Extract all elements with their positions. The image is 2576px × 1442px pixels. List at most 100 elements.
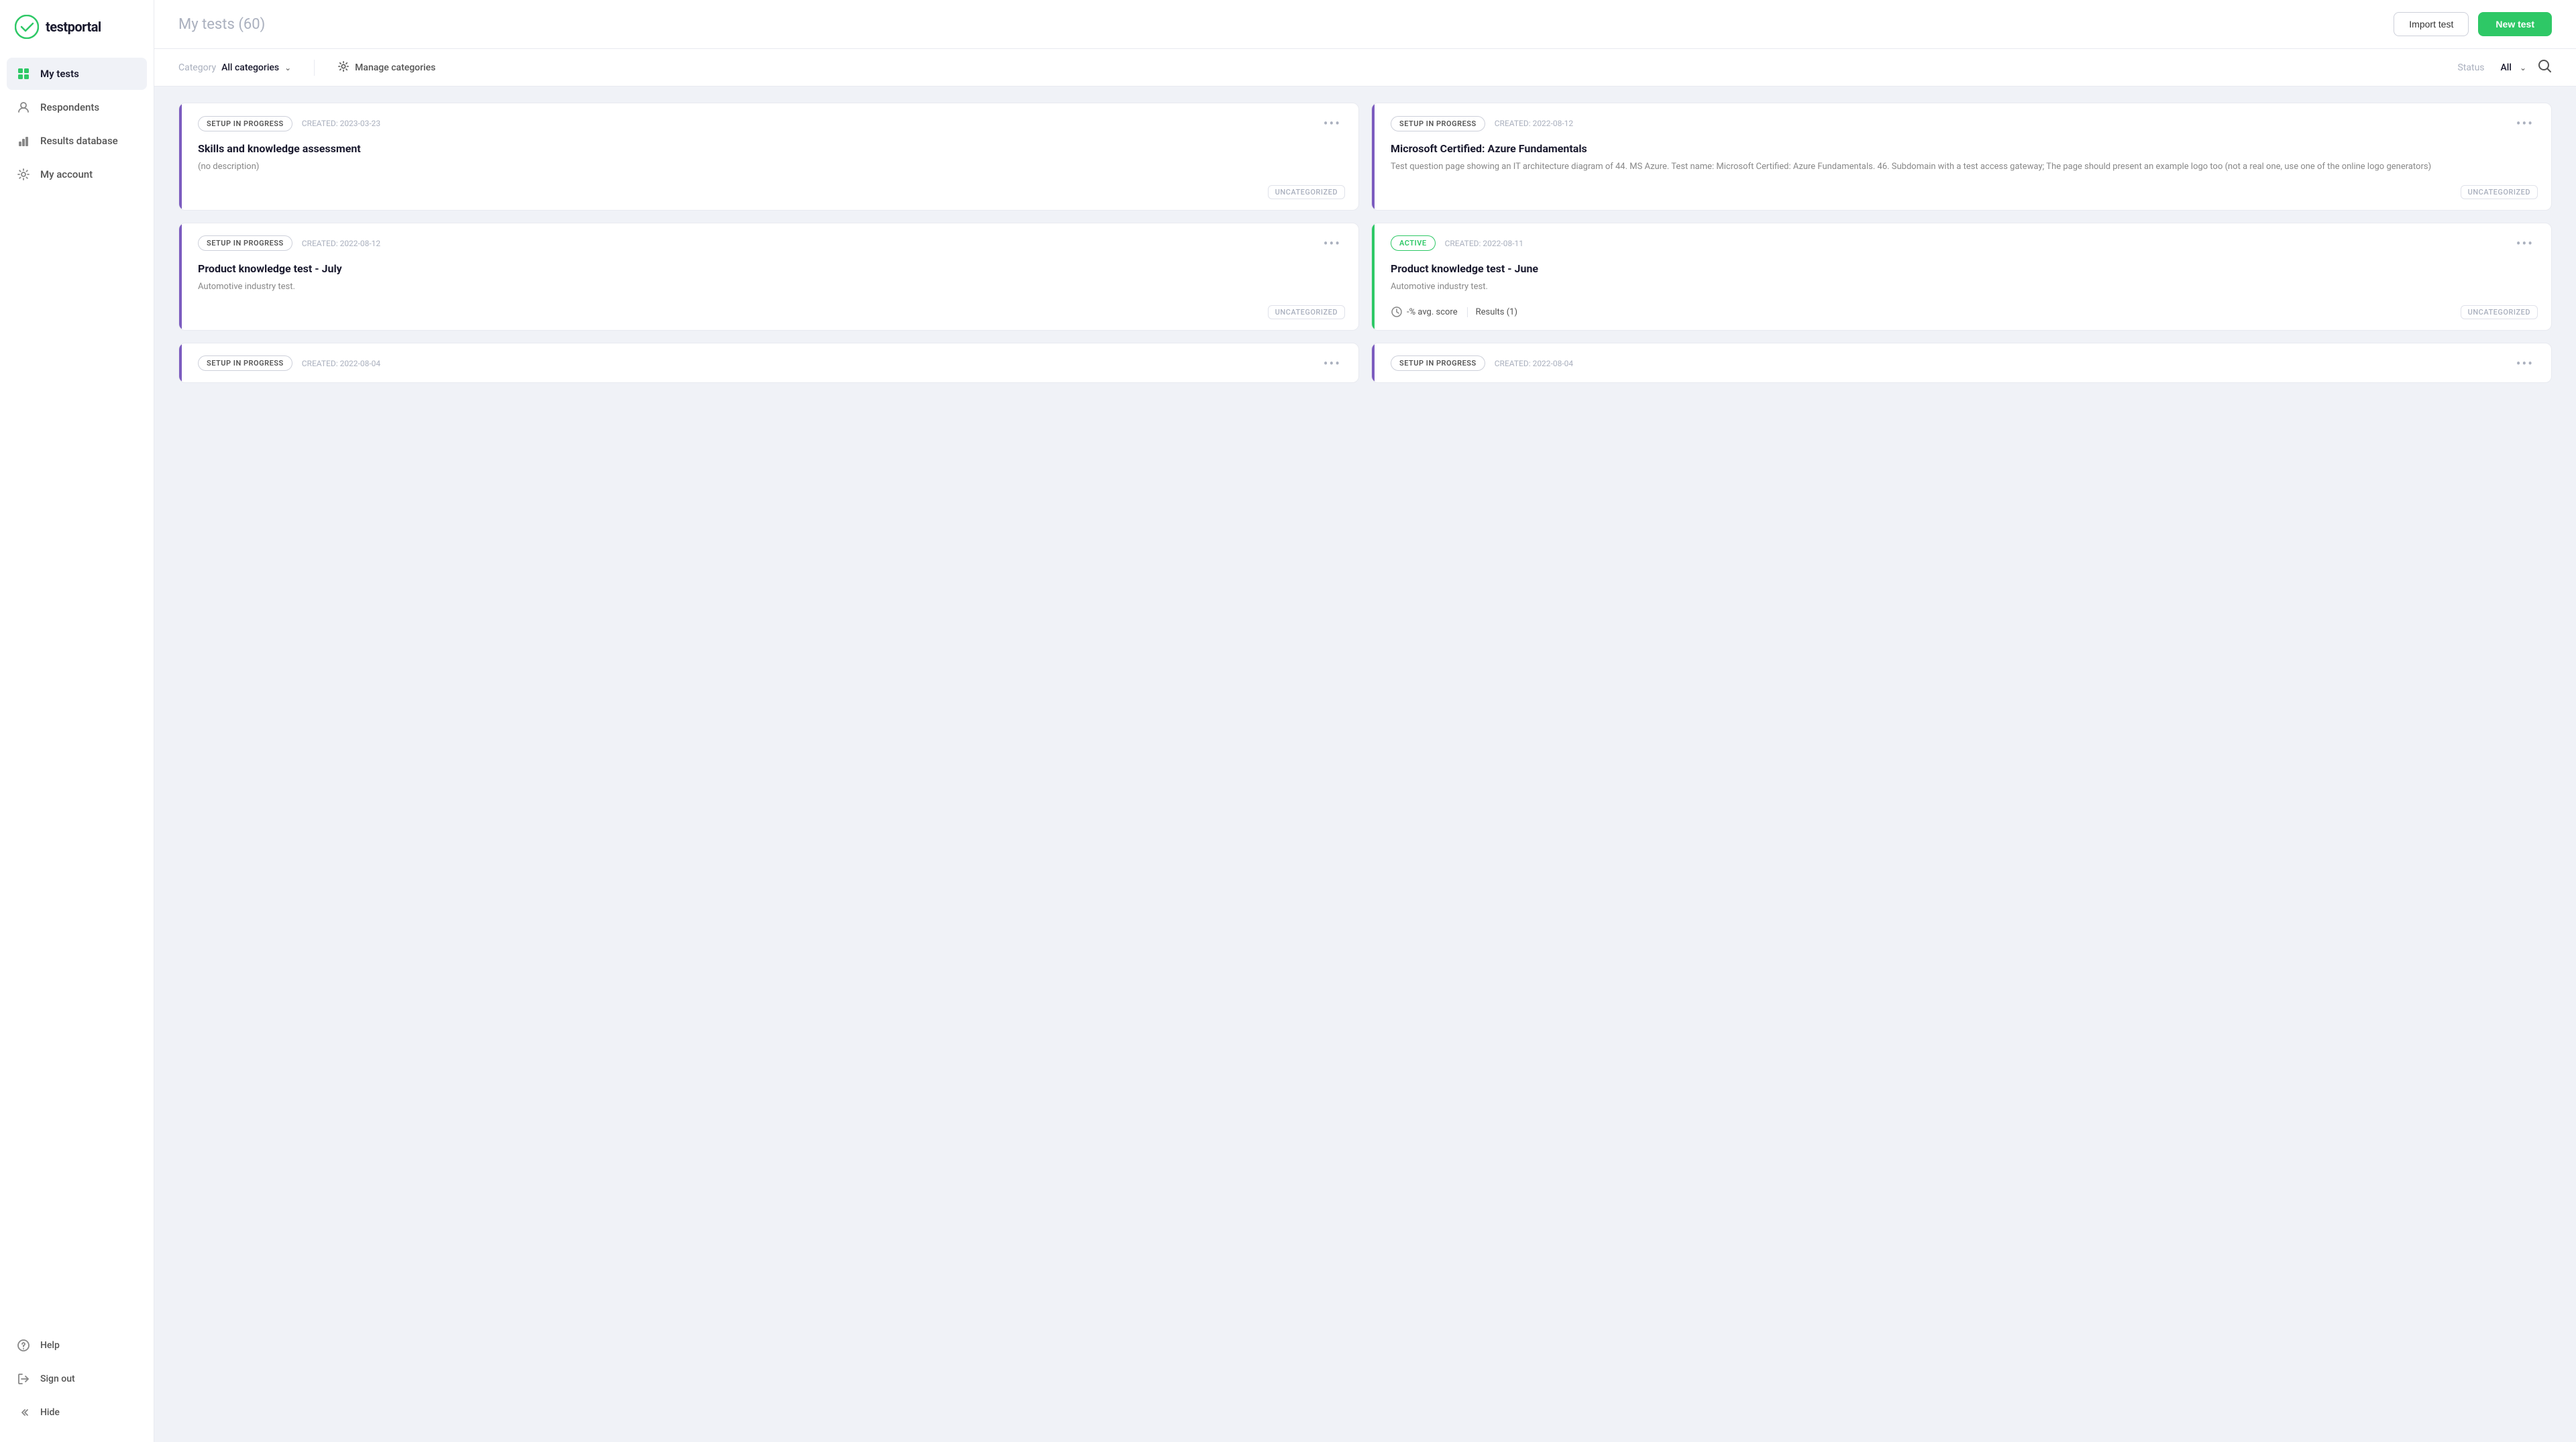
test-card[interactable]: SETUP IN PROGRESS CREATED: 2022-08-04 ••… <box>1371 343 2552 383</box>
sidebar: testportal My tests Respon <box>0 0 154 1442</box>
sidebar-item-label: My account <box>40 168 93 180</box>
card-title: Microsoft Certified: Azure Fundamentals <box>1391 142 2538 155</box>
logo[interactable]: testportal <box>0 0 154 58</box>
category-badge: UNCATEGORIZED <box>1268 185 1345 199</box>
status-filter[interactable]: Status All ⌄ <box>2457 62 2526 73</box>
page-title: My tests (60) <box>178 16 265 33</box>
card-body: Microsoft Certified: Azure Fundamentals … <box>1372 133 2551 174</box>
avg-score-text: -% avg. score <box>1407 307 1458 317</box>
status-badge: ACTIVE <box>1391 235 1436 251</box>
card-footer: UNCATEGORIZED <box>1372 174 2551 210</box>
gear-manage-icon <box>337 60 350 75</box>
category-badge: UNCATEGORIZED <box>1268 305 1345 319</box>
toolbar-divider <box>314 60 315 76</box>
category-label: Category <box>178 62 216 73</box>
search-button[interactable] <box>2537 58 2552 76</box>
created-date: CREATED: 2023-03-23 <box>302 119 380 128</box>
sidebar-item-respondents[interactable]: Respondents <box>7 91 147 123</box>
more-options-button[interactable]: ••• <box>1320 114 1345 133</box>
more-options-button[interactable]: ••• <box>2512 234 2538 253</box>
card-header: SETUP IN PROGRESS CREATED: 2022-08-04 ••… <box>179 343 1358 373</box>
card-footer: UNCATEGORIZED <box>179 174 1358 210</box>
created-date: CREATED: 2022-08-11 <box>1445 239 1523 248</box>
category-badge: UNCATEGORIZED <box>2461 185 2538 199</box>
more-options-button[interactable]: ••• <box>1320 354 1345 373</box>
card-description: Automotive industry test. <box>198 280 1345 294</box>
card-title: Product knowledge test - July <box>198 262 1345 275</box>
card-border <box>1372 103 1375 210</box>
card-border <box>1372 343 1375 382</box>
card-border <box>179 223 182 330</box>
category-chevron-icon: ⌄ <box>284 63 291 72</box>
card-body: Skills and knowledge assessment (no desc… <box>179 133 1358 174</box>
created-date: CREATED: 2022-08-04 <box>302 359 380 368</box>
category-filter[interactable]: Category All categories ⌄ <box>178 62 291 73</box>
test-card[interactable]: SETUP IN PROGRESS CREATED: 2023-03-23 ••… <box>178 103 1359 211</box>
card-header: ACTIVE CREATED: 2022-08-11 ••• <box>1372 223 2551 253</box>
sidebar-item-sign-out[interactable]: Sign out <box>7 1363 147 1395</box>
status-badge: SETUP IN PROGRESS <box>198 116 292 131</box>
card-header: SETUP IN PROGRESS CREATED: 2022-08-12 ••… <box>179 223 1358 253</box>
status-badge: SETUP IN PROGRESS <box>1391 116 1485 131</box>
sidebar-item-help[interactable]: Help <box>7 1329 147 1362</box>
card-border <box>179 343 182 382</box>
card-title: Skills and knowledge assessment <box>198 142 1345 155</box>
more-options-button[interactable]: ••• <box>2512 354 2538 373</box>
bar-chart-icon <box>16 133 31 148</box>
sidebar-item-label: Sign out <box>40 1374 75 1384</box>
card-footer: UNCATEGORIZED <box>179 294 1358 330</box>
toolbar-left: Category All categories ⌄ Manage categor… <box>178 60 435 76</box>
card-title: Product knowledge test - June <box>1391 262 2538 275</box>
sidebar-nav: My tests Respondents Results database <box>0 58 154 1323</box>
manage-categories-label: Manage categories <box>355 62 435 73</box>
new-test-button[interactable]: New test <box>2478 12 2552 36</box>
card-body: Product knowledge test - June Automotive… <box>1372 253 2551 294</box>
card-description: (no description) <box>198 160 1345 174</box>
card-header: SETUP IN PROGRESS CREATED: 2022-08-04 ••… <box>1372 343 2551 373</box>
sidebar-item-my-tests[interactable]: My tests <box>7 58 147 90</box>
card-border <box>179 103 182 210</box>
status-label: Status <box>2457 62 2484 73</box>
sidebar-item-label: Help <box>40 1340 60 1351</box>
card-description: Test question page showing an IT archite… <box>1391 160 2538 174</box>
toolbar-right: Status All ⌄ <box>2457 58 2552 76</box>
created-date: CREATED: 2022-08-12 <box>1495 119 1573 128</box>
sidebar-item-hide[interactable]: Hide <box>7 1396 147 1429</box>
logo-text: testportal <box>46 19 101 35</box>
status-badge: SETUP IN PROGRESS <box>198 355 292 371</box>
sidebar-item-label: Results database <box>40 135 118 147</box>
test-card[interactable]: SETUP IN PROGRESS CREATED: 2022-08-12 ••… <box>1371 103 2552 211</box>
created-date: CREATED: 2022-08-04 <box>1495 359 1573 368</box>
toolbar: Category All categories ⌄ Manage categor… <box>154 49 2576 87</box>
gear-icon <box>16 167 31 182</box>
card-body: Product knowledge test - July Automotive… <box>179 253 1358 294</box>
status-badge: SETUP IN PROGRESS <box>198 235 292 251</box>
sidebar-item-label: Respondents <box>40 101 99 113</box>
status-badge: SETUP IN PROGRESS <box>1391 355 1485 371</box>
avg-score: -% avg. score <box>1391 306 1458 318</box>
card-footer: -% avg. score Results (1) UNCATEGORIZED <box>1372 294 2551 330</box>
card-header: SETUP IN PROGRESS CREATED: 2022-08-12 ••… <box>1372 103 2551 133</box>
category-value: All categories <box>221 62 279 73</box>
card-description: Automotive industry test. <box>1391 280 2538 294</box>
grid-icon <box>16 66 31 81</box>
sidebar-item-my-account[interactable]: My account <box>7 158 147 190</box>
sidebar-bottom: Help Sign out Hide <box>0 1323 154 1442</box>
cards-grid: SETUP IN PROGRESS CREATED: 2023-03-23 ••… <box>154 87 2576 1442</box>
question-icon <box>16 1338 31 1353</box>
test-card[interactable]: ACTIVE CREATED: 2022-08-11 ••• Product k… <box>1371 223 2552 331</box>
more-options-button[interactable]: ••• <box>1320 234 1345 253</box>
test-card[interactable]: SETUP IN PROGRESS CREATED: 2022-08-12 ••… <box>178 223 1359 331</box>
status-value: All <box>2501 62 2512 73</box>
card-border <box>1372 223 1375 330</box>
more-options-button[interactable]: ••• <box>2512 114 2538 133</box>
chevrons-left-icon <box>16 1405 31 1420</box>
header-actions: Import test New test <box>2394 12 2552 36</box>
card-header: SETUP IN PROGRESS CREATED: 2023-03-23 ••… <box>179 103 1358 133</box>
manage-categories-button[interactable]: Manage categories <box>337 60 435 75</box>
test-card[interactable]: SETUP IN PROGRESS CREATED: 2022-08-04 ••… <box>178 343 1359 383</box>
sidebar-item-label: My tests <box>40 68 79 80</box>
sidebar-item-results-database[interactable]: Results database <box>7 125 147 157</box>
import-test-button[interactable]: Import test <box>2394 12 2469 36</box>
created-date: CREATED: 2022-08-12 <box>302 239 380 248</box>
